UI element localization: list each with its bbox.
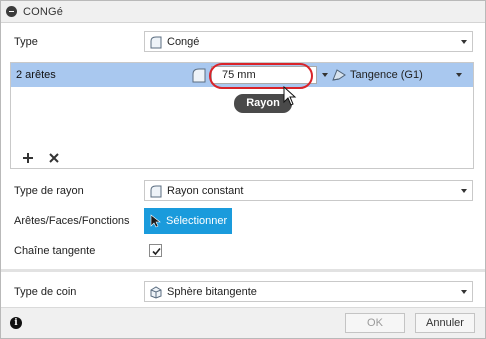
cancel-button[interactable]: Annuler xyxy=(415,313,475,333)
edges-count-label: 2 arêtes xyxy=(16,69,56,81)
fillet-icon xyxy=(150,36,162,48)
highlight-ring xyxy=(209,63,313,89)
select-button[interactable]: Sélectionner xyxy=(144,208,232,234)
info-icon[interactable]: i xyxy=(10,317,22,329)
chevron-down-icon xyxy=(461,40,467,44)
select-cursor-icon xyxy=(150,214,161,228)
chevron-down-icon xyxy=(461,189,467,193)
selection-label: Arêtes/Faces/Fonctions xyxy=(14,215,130,227)
mouse-cursor-icon xyxy=(283,86,297,106)
sphere-corner-icon xyxy=(150,285,162,299)
constant-radius-icon xyxy=(150,185,162,197)
dialog-footer: i OK Annuler xyxy=(1,307,485,338)
radius-dropdown-icon[interactable] xyxy=(322,73,328,77)
ok-button[interactable]: OK xyxy=(345,313,405,333)
dialog-title: CONGé xyxy=(23,5,64,18)
type-label: Type xyxy=(14,36,38,48)
corner-type-label: Type de coin xyxy=(14,286,77,298)
plus-icon[interactable] xyxy=(21,151,35,165)
chevron-down-icon[interactable] xyxy=(456,73,462,77)
collapse-icon[interactable] xyxy=(6,6,17,17)
type-select[interactable]: Congé xyxy=(144,31,473,52)
dialog-titlebar: CONGé xyxy=(1,1,485,23)
edges-list: 2 arêtes Tangence (G1) xyxy=(10,62,474,169)
tangent-chain-label: Chaîne tangente xyxy=(14,245,96,257)
corner-type-value: Sphère bitangente xyxy=(167,285,257,298)
list-item[interactable]: 2 arêtes Tangence (G1) xyxy=(11,63,473,89)
type-select-value: Congé xyxy=(167,35,200,48)
tangency-value[interactable]: Tangence (G1) xyxy=(350,69,423,81)
fillet-dialog: CONGé Type Congé 2 arêtes Tangence (G1) xyxy=(0,0,486,339)
x-icon[interactable] xyxy=(47,151,61,165)
radius-type-label: Type de rayon xyxy=(14,185,84,197)
corner-type-select[interactable]: Sphère bitangente xyxy=(144,281,473,302)
section-divider xyxy=(1,269,485,272)
list-actions xyxy=(21,151,61,165)
radius-type-value: Rayon constant xyxy=(167,184,244,197)
fillet-radius-icon xyxy=(192,68,206,83)
chevron-down-icon xyxy=(461,290,467,294)
tangency-icon xyxy=(332,69,346,81)
select-button-label: Sélectionner xyxy=(166,215,228,227)
tangent-chain-checkbox[interactable] xyxy=(149,244,162,257)
radius-type-select[interactable]: Rayon constant xyxy=(144,180,473,201)
check-icon xyxy=(152,247,161,256)
